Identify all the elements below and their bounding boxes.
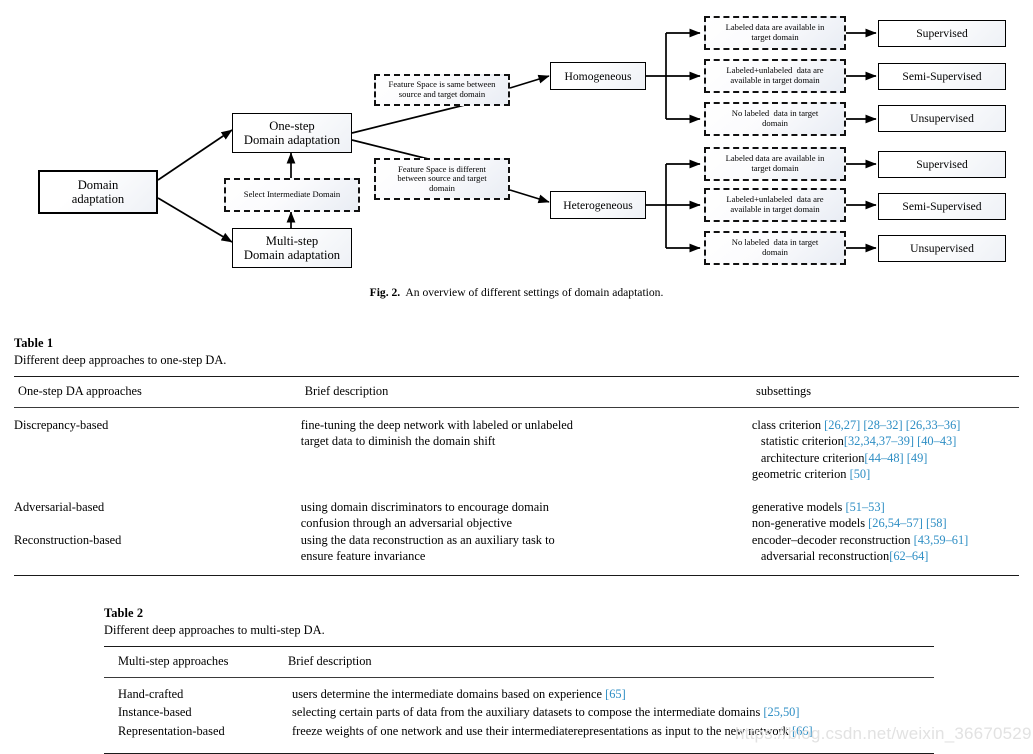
table-1: Table 1 Different deep approaches to one… (14, 336, 1019, 576)
node-one-step-label: One-step Domain adaptation (243, 118, 341, 147)
table-2-cell-approach: Hand-crafted (118, 686, 184, 701)
table-row-spacer (14, 483, 1019, 499)
table-1-cell-approach: Discrepancy-based (14, 417, 109, 432)
table-2-header-description: Brief description (288, 654, 372, 668)
node-feature-space-different: Feature Space is different between source… (374, 158, 510, 200)
table-1-header-subsettings: subsettings (756, 384, 812, 398)
node-labeled-data-heterogeneous: Labeled data are available in target doma… (704, 147, 846, 181)
table-1-bottom-rule (14, 574, 1019, 576)
node-no-labeled-heterogeneous: No labeled data in target domain (704, 231, 846, 265)
table-row: Reconstruction-based using the data reco… (14, 532, 1019, 565)
node-unsupervised-homogeneous: Unsupervised (878, 105, 1006, 132)
table-1-cell-description: fine-tuning the deep network with labele… (300, 417, 573, 449)
table-1-cell-description: using the data reconstruction as an auxi… (300, 532, 555, 564)
table-2-cell-description: users determine the intermediate domains… (292, 686, 626, 701)
table-row: Discrepancy-based fine-tuning the deep n… (14, 408, 1019, 483)
node-supervised-homogeneous: Supervised (878, 20, 1006, 47)
node-labeled-unlabeled-homogeneous: Labeled+unlabeled data are available in t… (704, 59, 846, 93)
reference-link[interactable]: [26,54–57] [58] (868, 516, 946, 530)
node-multi-step-label: Multi-step Domain adaptation (243, 233, 341, 262)
node-feature-space-same-label: Feature Space is same between source and … (388, 79, 496, 99)
table-1-cell-subsettings: generative models [51–53] non-generative… (751, 499, 947, 531)
figure-caption-text: An overview of different settings of dom… (405, 286, 664, 299)
reference-link[interactable]: [50] (850, 467, 871, 481)
table-row: Adversarial-based using domain discrimin… (14, 499, 1019, 532)
node-no-labeled-homogeneous-label: No labeled data in target domain (731, 108, 819, 128)
table-1-cell-subsettings: encoder–decoder reconstruction [43,59–61… (751, 532, 969, 564)
table-1-body: Discrepancy-based fine-tuning the deep n… (14, 408, 1019, 565)
watermark: https://blog.csdn.net/weixin_36670529 (735, 724, 1032, 743)
node-no-labeled-heterogeneous-label: No labeled data in target domain (731, 237, 819, 257)
figure-caption-label: Fig. 2. (369, 286, 401, 299)
node-one-step-domain-adaptation: One-step Domain adaptation (232, 113, 352, 153)
node-no-labeled-homogeneous: No labeled data in target domain (704, 102, 846, 136)
node-select-intermediate-label: Select Intermediate Domain (243, 189, 341, 200)
node-homogeneous: Homogeneous (550, 62, 646, 90)
table-2-title: Table 2 (104, 606, 144, 620)
figure-domain-adaptation-overview: Domain adaptation One-step Domain adaptati… (0, 0, 1033, 310)
reference-link[interactable]: [26,27] [28–32] [26,33–36] (824, 418, 960, 432)
table-1-cell-approach: Reconstruction-based (14, 532, 122, 547)
table-1-title: Table 1 (14, 336, 54, 350)
node-supervised-homogeneous-label: Supervised (916, 27, 968, 40)
node-homogeneous-label: Homogeneous (564, 69, 632, 83)
table-1-header-approach: One-step DA approaches (18, 384, 142, 398)
reference-link[interactable]: [65] (605, 687, 626, 701)
table-1-cell-subsettings: class criterion [26,27] [28–32] [26,33–3… (751, 417, 961, 482)
reference-link[interactable]: [62–64] (889, 549, 928, 563)
node-feature-space-same: Feature Space is same between source and … (374, 74, 510, 106)
node-domain-adaptation: Domain adaptation (38, 170, 158, 214)
node-heterogeneous: Heterogeneous (550, 191, 646, 219)
node-labeled-unlabeled-heterogeneous: Labeled+unlabeled data are available in t… (704, 188, 846, 222)
reference-link[interactable]: [51–53] (845, 500, 884, 514)
reference-link[interactable]: [25,50] (763, 705, 799, 719)
node-heterogeneous-label: Heterogeneous (563, 198, 633, 212)
node-multi-step-domain-adaptation: Multi-step Domain adaptation (232, 228, 352, 268)
table-2-subtitle: Different deep approaches to multi-step … (104, 623, 325, 637)
table-2-header: Multi-step approaches Brief description (104, 647, 934, 677)
reference-link[interactable]: [43,59–61] (914, 533, 969, 547)
node-labeled-data-homogeneous-label: Labeled data are available in target doma… (725, 22, 825, 42)
table-1-subtitle: Different deep approaches to one-step DA… (14, 353, 227, 367)
node-feature-space-different-label: Feature Space is different between source… (397, 163, 487, 193)
node-semi-supervised-homogeneous-label: Semi-Supervised (902, 70, 982, 83)
table-2-cell-approach: Instance-based (118, 705, 192, 719)
table-header-row: One-step DA approaches Brief description… (14, 377, 1019, 407)
reference-link[interactable]: [32,34,37–39] [40–43] (844, 434, 957, 448)
node-semi-supervised-homogeneous: Semi-Supervised (878, 63, 1006, 90)
table-2-cell-approach: Representation-based (118, 723, 225, 738)
node-labeled-unlabeled-heterogeneous-label: Labeled+unlabeled data are available in t… (726, 194, 824, 214)
table-1-cell-description: using domain discriminators to encourage… (300, 499, 549, 531)
table-2-header-approach: Multi-step approaches (118, 654, 229, 668)
node-labeled-unlabeled-homogeneous-label: Labeled+unlabeled data are available in t… (726, 65, 824, 85)
node-unsupervised-heterogeneous: Unsupervised (878, 235, 1006, 262)
node-select-intermediate-domain: Select Intermediate Domain (224, 178, 360, 212)
reference-link[interactable]: [44–48] [49] (864, 451, 927, 465)
figure-caption: Fig. 2. An overview of different setting… (0, 286, 1033, 299)
table-row: Instance-based selecting certain parts o… (104, 702, 934, 721)
node-unsupervised-heterogeneous-label: Unsupervised (910, 242, 974, 255)
table-row: Hand-crafted users determine the interme… (104, 678, 934, 703)
node-unsupervised-homogeneous-label: Unsupervised (910, 112, 974, 125)
table-1-cell-approach: Adversarial-based (14, 499, 105, 514)
node-semi-supervised-heterogeneous: Semi-Supervised (878, 193, 1006, 220)
node-supervised-heterogeneous-label: Supervised (916, 158, 968, 171)
node-domain-adaptation-label: Domain adaptation (71, 177, 125, 206)
table-header-row: Multi-step approaches Brief description (104, 647, 934, 677)
node-semi-supervised-heterogeneous-label: Semi-Supervised (902, 200, 982, 213)
node-supervised-heterogeneous: Supervised (878, 151, 1006, 178)
table-1-header: One-step DA approaches Brief description… (14, 377, 1019, 407)
table-2-cell-description: selecting certain parts of data from the… (292, 705, 800, 719)
node-labeled-data-heterogeneous-label: Labeled data are available in target doma… (725, 153, 825, 173)
table-1-header-description: Brief description (304, 384, 389, 398)
node-labeled-data-homogeneous: Labeled data are available in target doma… (704, 16, 846, 50)
